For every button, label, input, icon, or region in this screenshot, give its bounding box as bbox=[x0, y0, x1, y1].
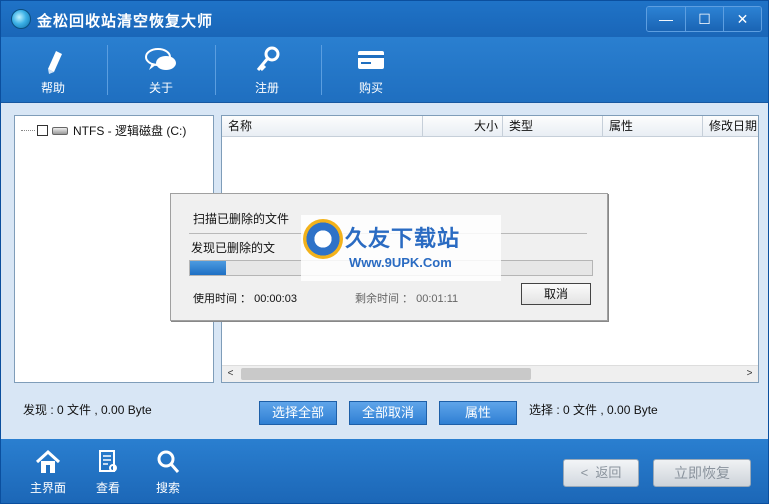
column-header-type[interactable]: 类型 bbox=[503, 116, 603, 137]
select-all-button[interactable]: 选择全部 bbox=[259, 401, 337, 425]
help-button[interactable]: 帮助 bbox=[23, 43, 83, 99]
toolbar-divider bbox=[321, 45, 322, 95]
scan-status-text: 扫描已删除的文件 bbox=[193, 212, 290, 226]
app-window: 金松回收站清空恢复大师 — ☐ ✕ 帮助 关于 注册 购买 NTFS - 逻辑磁… bbox=[0, 0, 769, 504]
view-label: 查看 bbox=[95, 481, 120, 495]
home-icon bbox=[34, 449, 62, 475]
found-deleted-text: 发现已删除的文 bbox=[191, 241, 276, 255]
document-view-icon bbox=[94, 449, 122, 475]
scroll-right-icon[interactable]: > bbox=[741, 366, 758, 382]
back-arrow-icon: < bbox=[580, 465, 596, 480]
window-controls: — ☐ ✕ bbox=[646, 6, 762, 32]
progress-fill bbox=[190, 261, 227, 275]
status-row: 发现 : 0 文件 , 0.00 Byte 选择全部 全部取消 属性 选择 : … bbox=[1, 393, 768, 439]
horizontal-scrollbar[interactable]: < > bbox=[222, 365, 758, 382]
view-button[interactable]: 查看 bbox=[83, 447, 133, 499]
cancel-button[interactable]: 取消 bbox=[521, 283, 591, 305]
window-title: 金松回收站清空恢复大师 bbox=[37, 13, 214, 30]
chat-bubbles-icon bbox=[144, 45, 178, 75]
selected-status: 选择 : 0 文件 , 0.00 Byte bbox=[529, 403, 658, 417]
search-button[interactable]: 搜索 bbox=[143, 447, 193, 499]
watermark-logo-icon bbox=[303, 219, 343, 259]
column-header-attributes[interactable]: 属性 bbox=[603, 116, 703, 137]
buy-label: 购买 bbox=[358, 81, 383, 95]
scroll-left-icon[interactable]: < bbox=[222, 366, 239, 382]
key-icon bbox=[250, 45, 284, 75]
register-label: 注册 bbox=[254, 81, 279, 95]
about-button[interactable]: 关于 bbox=[131, 43, 191, 99]
close-button[interactable]: ✕ bbox=[723, 7, 761, 31]
found-status: 发现 : 0 文件 , 0.00 Byte bbox=[23, 403, 152, 417]
tree-item-drive-c[interactable]: NTFS - 逻辑磁盘 (C:) bbox=[21, 122, 186, 139]
title-bar: 金松回收站清空恢复大师 — ☐ ✕ bbox=[1, 1, 768, 37]
bottom-bar: 主界面 查看 搜索 < 返回 立即恢复 bbox=[1, 439, 768, 503]
column-header-name[interactable]: 名称 bbox=[222, 116, 423, 137]
watermark: 久友下载站 Www.9UPK.Com bbox=[301, 215, 501, 281]
elapsed-time: 使用时间 ： 00:00:03 bbox=[193, 290, 297, 306]
minimize-button[interactable]: — bbox=[647, 7, 685, 31]
home-label: 主界面 bbox=[29, 481, 66, 495]
remaining-value: 00:01:11 bbox=[416, 293, 459, 305]
column-header-size[interactable]: 大小 bbox=[423, 116, 503, 137]
column-header-modified[interactable]: 修改日期 bbox=[703, 116, 758, 137]
remaining-label: 剩余时间 ： bbox=[355, 293, 414, 305]
elapsed-label: 使用时间 ： bbox=[193, 293, 252, 305]
properties-button[interactable]: 属性 bbox=[439, 401, 517, 425]
disk-drive-icon bbox=[52, 126, 68, 135]
top-toolbar: 帮助 关于 注册 购买 bbox=[1, 37, 768, 103]
card-icon bbox=[354, 45, 388, 75]
register-button[interactable]: 注册 bbox=[237, 43, 297, 99]
home-button[interactable]: 主界面 bbox=[23, 447, 73, 499]
toolbar-divider bbox=[215, 45, 216, 95]
buy-button[interactable]: 购买 bbox=[341, 43, 401, 99]
search-label: 搜索 bbox=[155, 481, 180, 495]
toolbar-divider bbox=[107, 45, 108, 95]
elapsed-value: 00:00:03 bbox=[254, 293, 297, 305]
drive-checkbox[interactable] bbox=[37, 125, 48, 136]
back-button[interactable]: < 返回 bbox=[563, 459, 639, 487]
help-label: 帮助 bbox=[40, 81, 65, 95]
tree-connector bbox=[21, 130, 35, 131]
watermark-brand: 久友下载站 bbox=[345, 226, 461, 251]
watermark-url: Www.9UPK.Com bbox=[349, 255, 452, 270]
deselect-all-button[interactable]: 全部取消 bbox=[349, 401, 427, 425]
restore-now-button[interactable]: 立即恢复 bbox=[653, 459, 751, 487]
pen-help-icon bbox=[36, 45, 70, 75]
remaining-time: 剩余时间 ： 00:01:11 bbox=[355, 290, 458, 306]
drive-label: NTFS - 逻辑磁盘 (C:) bbox=[73, 124, 187, 138]
back-label: 返回 bbox=[595, 465, 622, 480]
about-label: 关于 bbox=[148, 81, 173, 95]
scroll-thumb[interactable] bbox=[241, 368, 531, 380]
app-logo-icon bbox=[11, 9, 31, 29]
maximize-button[interactable]: ☐ bbox=[685, 7, 723, 31]
file-list-header: 名称 大小 类型 属性 修改日期 bbox=[222, 116, 758, 137]
search-icon bbox=[154, 449, 182, 475]
